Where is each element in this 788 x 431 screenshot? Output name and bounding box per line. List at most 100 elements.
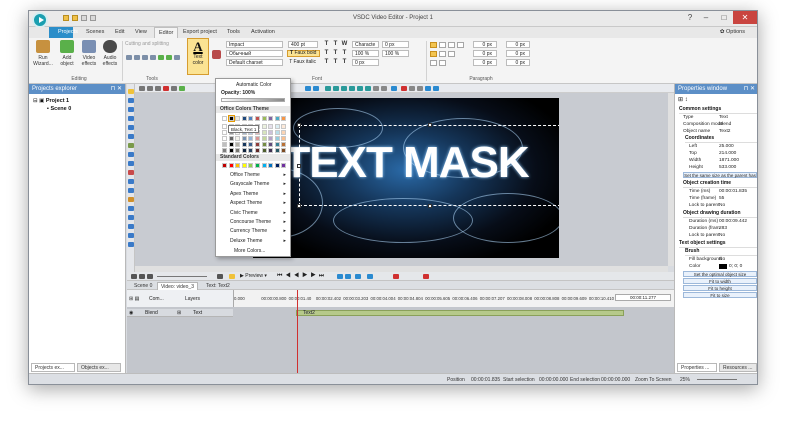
maximize-icon[interactable]: □	[715, 11, 733, 24]
theme-color-swatch[interactable]	[261, 136, 267, 141]
resize-handle[interactable]	[297, 164, 301, 168]
theme-color-swatch[interactable]	[248, 136, 254, 141]
run-wizard-button[interactable]: Run Wizard...	[32, 40, 54, 67]
theme-color-swatch[interactable]	[241, 116, 247, 121]
grid-icon[interactable]	[417, 86, 423, 91]
add-object-button[interactable]: Add object	[57, 40, 77, 67]
tool-subtitle-icon[interactable]	[128, 134, 134, 139]
theme-color-swatch[interactable]	[235, 136, 241, 141]
menu-editor[interactable]: Editor	[154, 27, 179, 38]
move-right-icon[interactable]	[333, 86, 339, 91]
redo-tool-icon[interactable]	[166, 55, 172, 60]
theme-item[interactable]: Apex Theme ▸	[230, 190, 290, 199]
theme-color-swatch[interactable]	[274, 116, 280, 121]
font-style-select[interactable]: Обычный	[226, 50, 283, 57]
italic-icon[interactable]: T	[332, 41, 339, 48]
align-justify-icon[interactable]	[457, 42, 464, 48]
resize-handle[interactable]	[428, 123, 432, 127]
theme-color-swatch[interactable]	[235, 148, 241, 153]
zoom-to-screen-button[interactable]: Zoom To Screen	[635, 377, 672, 383]
same-size-button[interactable]: Set the same size as the parent has	[683, 172, 757, 178]
tool-counter-icon[interactable]	[128, 224, 134, 229]
snap-icon[interactable]	[425, 86, 431, 91]
tab-text-2[interactable]: Text: Text2	[203, 282, 233, 290]
prop-color[interactable]: Color 0; 0; 0	[675, 263, 757, 270]
tool-line-icon[interactable]	[128, 152, 134, 157]
markers-icon[interactable]	[345, 274, 351, 279]
crop-obj-icon[interactable]	[373, 86, 379, 91]
layer-tool-icon[interactable]	[155, 86, 161, 91]
fit-size-button[interactable]: Fit to size	[683, 292, 757, 298]
indent-right-field[interactable]: 0 px	[473, 50, 497, 57]
fit-h-icon[interactable]	[305, 86, 311, 91]
theme-color-swatch[interactable]	[235, 142, 241, 147]
theme-color-swatch[interactable]	[261, 130, 267, 135]
indent-left-field[interactable]: 0 px	[473, 41, 497, 48]
theme-color-swatch[interactable]	[255, 136, 260, 141]
charset-select[interactable]: Default charset	[226, 59, 283, 66]
theme-color-swatch[interactable]	[281, 142, 287, 147]
zoom-slider[interactable]	[697, 379, 737, 380]
scale-vertical-field[interactable]: 100 %	[382, 50, 409, 57]
prop-lock-parent-1[interactable]: Lock to parent No	[675, 202, 757, 209]
theme-color-swatch[interactable]	[261, 124, 267, 129]
indent-first-field[interactable]: 0 px	[473, 59, 497, 66]
theme-item[interactable]: Grayscale Theme ▸	[230, 180, 290, 189]
distribute-tool-icon[interactable]	[147, 86, 153, 91]
strike-icon[interactable]: T	[332, 50, 339, 57]
cut-timeline-icon[interactable]	[393, 274, 399, 279]
bold-icon[interactable]: T	[323, 41, 330, 48]
tool-rect-icon[interactable]	[128, 161, 134, 166]
theme-color-swatch[interactable]	[255, 142, 260, 147]
menu-tools[interactable]: Tools	[227, 29, 240, 35]
theme-color-swatch[interactable]	[261, 148, 267, 153]
spacing-field[interactable]: 0 px	[382, 41, 409, 48]
shape-obj-icon[interactable]	[381, 86, 387, 91]
resize-handle[interactable]	[297, 204, 301, 208]
theme-color-swatch[interactable]	[281, 124, 287, 129]
theme-color-swatch[interactable]	[268, 136, 274, 141]
subscript-icon[interactable]: T	[323, 59, 330, 66]
text-clip[interactable]: Text2	[296, 310, 624, 316]
standard-color-swatch[interactable]	[268, 163, 274, 168]
guides-icon[interactable]	[433, 86, 439, 91]
group-tool-icon[interactable]	[171, 86, 177, 91]
theme-color-swatch[interactable]	[248, 148, 254, 153]
prop-duration-frame[interactable]: Duration (fram 283	[675, 225, 757, 232]
zoom-slider[interactable]	[157, 276, 207, 277]
playhead[interactable]	[297, 290, 298, 373]
theme-item[interactable]: Concourse Theme ▸	[230, 218, 290, 227]
tool-select-icon[interactable]	[128, 89, 134, 94]
rotate-icon[interactable]	[150, 55, 156, 60]
list-bullets-icon[interactable]	[430, 60, 437, 66]
standard-color-swatch[interactable]	[255, 163, 260, 168]
align-right-icon[interactable]	[448, 42, 455, 48]
flip-icon[interactable]	[174, 55, 180, 60]
tool-effect-icon[interactable]	[128, 242, 134, 247]
theme-color-swatch[interactable]	[268, 124, 274, 129]
case-icon[interactable]: T	[332, 59, 339, 66]
prop-time-frame[interactable]: Time (frame) 55	[675, 195, 757, 202]
clear-format-icon[interactable]: T	[341, 59, 348, 66]
close-icon[interactable]: ✕	[733, 11, 757, 24]
options-menu[interactable]: ✿ Options	[720, 29, 745, 35]
crop-icon[interactable]	[134, 55, 140, 60]
theme-color-swatch[interactable]	[281, 136, 287, 141]
loop-icon[interactable]	[229, 274, 235, 279]
prop-composition[interactable]: Composition mode Blend	[675, 121, 757, 128]
character-select[interactable]: Characte	[352, 41, 379, 48]
video-effects-button[interactable]: Video effects	[79, 40, 99, 67]
theme-color-swatch[interactable]	[255, 116, 260, 121]
theme-color-swatch[interactable]	[261, 142, 267, 147]
font-size-select[interactable]: 400 pt	[288, 41, 318, 48]
undo-tool-icon[interactable]	[158, 55, 164, 60]
tab-projects-explorer[interactable]: Projects ex...	[31, 363, 75, 372]
audio-effects-button[interactable]: Audio effects	[100, 40, 120, 67]
timeline-tool-icon[interactable]	[217, 274, 223, 279]
theme-item[interactable]: Civic Theme ▸	[230, 209, 290, 218]
tool-a-icon[interactable]	[128, 197, 134, 202]
wrap-icon[interactable]: W	[341, 41, 348, 48]
tool-ellipse-icon[interactable]	[128, 170, 134, 175]
selection-box[interactable]	[297, 123, 559, 208]
screenshot-icon[interactable]	[391, 86, 397, 91]
